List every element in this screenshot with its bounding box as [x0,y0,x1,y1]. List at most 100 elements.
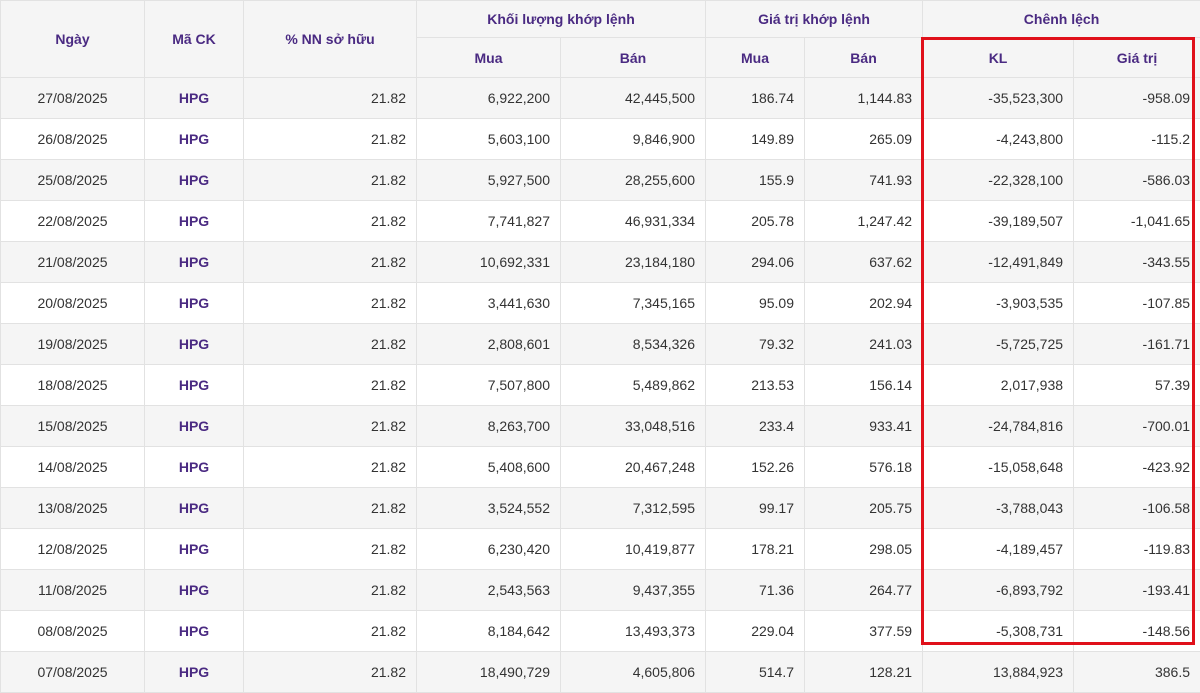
header-volume-sell[interactable]: Bán [561,38,706,78]
cell-volume-buy: 6,922,200 [417,78,561,119]
cell-volume-sell: 9,437,355 [561,570,706,611]
cell-date: 15/08/2025 [1,406,145,447]
cell-volume-buy: 2,543,563 [417,570,561,611]
table-row[interactable]: 25/08/2025HPG21.825,927,50028,255,600155… [1,160,1200,201]
cell-value-buy: 205.78 [706,201,805,242]
cell-symbol[interactable]: HPG [145,324,244,365]
cell-value-buy: 71.36 [706,570,805,611]
foreign-trading-table: Ngày Mã CK % NN sở hữu Khối lượng khớp l… [0,0,1200,693]
cell-foreign-ownership: 21.82 [244,365,417,406]
cell-difference-value: -119.83 [1074,529,1200,570]
header-difference-group: Chênh lệch [923,1,1200,38]
cell-value-sell: 265.09 [805,119,923,160]
cell-symbol[interactable]: HPG [145,406,244,447]
cell-date: 19/08/2025 [1,324,145,365]
cell-difference-value: -161.71 [1074,324,1200,365]
cell-value-buy: 178.21 [706,529,805,570]
cell-symbol[interactable]: HPG [145,119,244,160]
table-row[interactable]: 27/08/2025HPG21.826,922,20042,445,500186… [1,78,1200,119]
cell-value-sell: 576.18 [805,447,923,488]
cell-value-sell: 241.03 [805,324,923,365]
cell-difference-value: -193.41 [1074,570,1200,611]
cell-symbol[interactable]: HPG [145,160,244,201]
cell-volume-sell: 13,493,373 [561,611,706,652]
cell-foreign-ownership: 21.82 [244,324,417,365]
header-symbol[interactable]: Mã CK [145,1,244,78]
cell-value-sell: 377.59 [805,611,923,652]
cell-foreign-ownership: 21.82 [244,447,417,488]
cell-volume-buy: 3,441,630 [417,283,561,324]
cell-volume-sell: 7,345,165 [561,283,706,324]
table-row[interactable]: 14/08/2025HPG21.825,408,60020,467,248152… [1,447,1200,488]
table-row[interactable]: 12/08/2025HPG21.826,230,42010,419,877178… [1,529,1200,570]
cell-difference-value: 57.39 [1074,365,1200,406]
cell-symbol[interactable]: HPG [145,242,244,283]
table-row[interactable]: 19/08/2025HPG21.822,808,6018,534,32679.3… [1,324,1200,365]
cell-symbol[interactable]: HPG [145,365,244,406]
header-value-buy[interactable]: Mua [706,38,805,78]
cell-value-buy: 186.74 [706,78,805,119]
cell-date: 26/08/2025 [1,119,145,160]
cell-volume-buy: 5,927,500 [417,160,561,201]
cell-difference-volume: -12,491,849 [923,242,1074,283]
table-row[interactable]: 21/08/2025HPG21.8210,692,33123,184,18029… [1,242,1200,283]
cell-symbol[interactable]: HPG [145,283,244,324]
table-row[interactable]: 08/08/2025HPG21.828,184,64213,493,373229… [1,611,1200,652]
header-difference-value[interactable]: Giá trị [1074,38,1200,78]
header-date[interactable]: Ngày [1,1,145,78]
cell-symbol[interactable]: HPG [145,447,244,488]
cell-difference-volume: -3,788,043 [923,488,1074,529]
cell-difference-volume: -4,243,800 [923,119,1074,160]
cell-volume-sell: 10,419,877 [561,529,706,570]
cell-foreign-ownership: 21.82 [244,283,417,324]
cell-value-sell: 637.62 [805,242,923,283]
header-value-sell[interactable]: Bán [805,38,923,78]
cell-difference-value: -586.03 [1074,160,1200,201]
table-row[interactable]: 18/08/2025HPG21.827,507,8005,489,862213.… [1,365,1200,406]
cell-symbol[interactable]: HPG [145,611,244,652]
cell-foreign-ownership: 21.82 [244,160,417,201]
table-row[interactable]: 20/08/2025HPG21.823,441,6307,345,16595.0… [1,283,1200,324]
table-row[interactable]: 07/08/2025HPG21.8218,490,7294,605,806514… [1,652,1200,693]
cell-date: 11/08/2025 [1,570,145,611]
cell-value-sell: 298.05 [805,529,923,570]
cell-value-sell: 202.94 [805,283,923,324]
cell-volume-sell: 20,467,248 [561,447,706,488]
table-row[interactable]: 13/08/2025HPG21.823,524,5527,312,59599.1… [1,488,1200,529]
cell-date: 13/08/2025 [1,488,145,529]
cell-date: 21/08/2025 [1,242,145,283]
cell-symbol[interactable]: HPG [145,652,244,693]
table-row[interactable]: 11/08/2025HPG21.822,543,5639,437,35571.3… [1,570,1200,611]
cell-volume-buy: 10,692,331 [417,242,561,283]
cell-value-buy: 514.7 [706,652,805,693]
header-foreign-ownership[interactable]: % NN sở hữu [244,1,417,78]
cell-difference-volume: -35,523,300 [923,78,1074,119]
cell-difference-value: -423.92 [1074,447,1200,488]
cell-volume-sell: 9,846,900 [561,119,706,160]
cell-value-buy: 233.4 [706,406,805,447]
cell-difference-value: -148.56 [1074,611,1200,652]
cell-date: 20/08/2025 [1,283,145,324]
header-matched-value-group: Giá trị khớp lệnh [706,1,923,38]
table-row[interactable]: 26/08/2025HPG21.825,603,1009,846,900149.… [1,119,1200,160]
header-difference-volume[interactable]: KL [923,38,1074,78]
cell-symbol[interactable]: HPG [145,570,244,611]
cell-date: 25/08/2025 [1,160,145,201]
cell-foreign-ownership: 21.82 [244,570,417,611]
cell-value-buy: 99.17 [706,488,805,529]
cell-value-sell: 264.77 [805,570,923,611]
cell-volume-buy: 18,490,729 [417,652,561,693]
table-row[interactable]: 15/08/2025HPG21.828,263,70033,048,516233… [1,406,1200,447]
cell-symbol[interactable]: HPG [145,529,244,570]
cell-value-buy: 149.89 [706,119,805,160]
cell-difference-volume: -4,189,457 [923,529,1074,570]
cell-difference-volume: -24,784,816 [923,406,1074,447]
table-row[interactable]: 22/08/2025HPG21.827,741,82746,931,334205… [1,201,1200,242]
cell-symbol[interactable]: HPG [145,488,244,529]
cell-symbol[interactable]: HPG [145,201,244,242]
header-volume-buy[interactable]: Mua [417,38,561,78]
cell-symbol[interactable]: HPG [145,78,244,119]
cell-value-buy: 155.9 [706,160,805,201]
cell-difference-volume: 13,884,923 [923,652,1074,693]
cell-date: 07/08/2025 [1,652,145,693]
